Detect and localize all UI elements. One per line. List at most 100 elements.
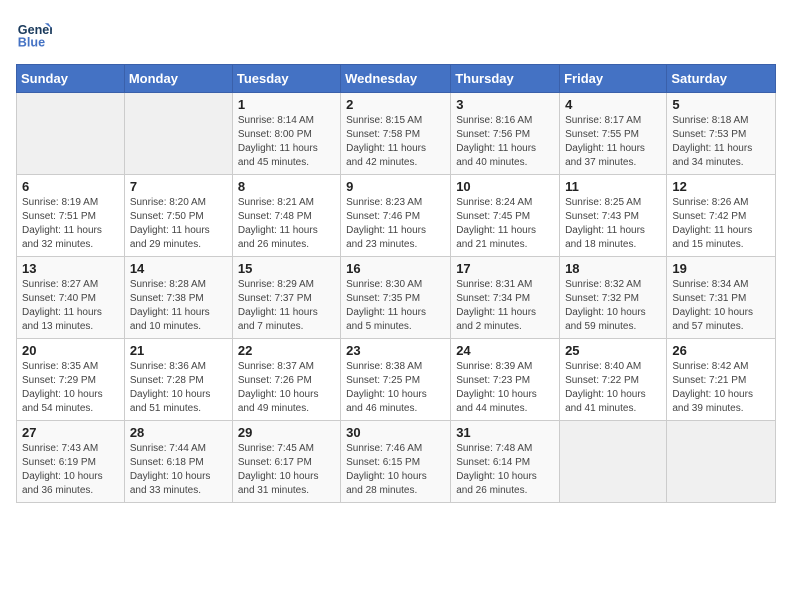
week-row-2: 6Sunrise: 8:19 AM Sunset: 7:51 PM Daylig… (17, 175, 776, 257)
day-info: Sunrise: 8:30 AM Sunset: 7:35 PM Dayligh… (346, 278, 445, 334)
day-info: Sunrise: 8:17 AM Sunset: 7:55 PM Dayligh… (565, 114, 661, 170)
day-number: 10 (456, 179, 554, 194)
calendar-cell: 22 Sunrise: 8:37 AM Sunset: 7:26 PM Dayli… (232, 339, 340, 421)
calendar-cell: 17 Sunrise: 8:31 AM Sunset: 7:34 PM Dayli… (451, 257, 560, 339)
calendar-cell: 2 Sunrise: 8:15 AM Sunset: 7:58 PM Daylig… (341, 93, 451, 175)
day-info: Sunrise: 8:42 AM Sunset: 7:21 PM Dayligh… (672, 360, 770, 416)
svg-text:Blue: Blue (18, 36, 45, 50)
day-number: 8 (238, 179, 335, 194)
calendar-cell: 4Sunrise: 8:17 AM Sunset: 7:55 PM Daylig… (560, 93, 667, 175)
calendar-cell: 14 Sunrise: 8:28 AM Sunset: 7:38 PM Dayli… (124, 257, 232, 339)
calendar-cell: 20 Sunrise: 8:35 AM Sunset: 7:29 PM Dayli… (17, 339, 125, 421)
day-number: 12 (672, 179, 770, 194)
day-info: Sunrise: 8:18 AM Sunset: 7:53 PM Dayligh… (672, 114, 770, 170)
calendar-cell (124, 93, 232, 175)
calendar-cell: 28Sunrise: 7:44 AM Sunset: 6:18 PM Dayli… (124, 421, 232, 503)
calendar-cell: 30 Sunrise: 7:46 AM Sunset: 6:15 PM Dayli… (341, 421, 451, 503)
day-number: 7 (130, 179, 227, 194)
calendar-cell: 25 Sunrise: 8:40 AM Sunset: 7:22 PM Dayli… (560, 339, 667, 421)
weekday-header-tuesday: Tuesday (232, 65, 340, 93)
day-info: Sunrise: 8:19 AM Sunset: 7:51 PM Dayligh… (22, 196, 119, 252)
day-info: Sunrise: 8:15 AM Sunset: 7:58 PM Dayligh… (346, 114, 445, 170)
calendar-cell: 8 Sunrise: 8:21 AM Sunset: 7:48 PM Daylig… (232, 175, 340, 257)
day-number: 27 (22, 425, 119, 440)
calendar-cell: 15Sunrise: 8:29 AM Sunset: 7:37 PM Dayli… (232, 257, 340, 339)
day-number: 28 (130, 425, 227, 440)
calendar-cell: 5 Sunrise: 8:18 AM Sunset: 7:53 PM Daylig… (667, 93, 776, 175)
calendar-cell: 31 Sunrise: 7:48 AM Sunset: 6:14 PM Dayli… (451, 421, 560, 503)
day-number: 23 (346, 343, 445, 358)
weekday-header-friday: Friday (560, 65, 667, 93)
day-info: Sunrise: 8:40 AM Sunset: 7:22 PM Dayligh… (565, 360, 661, 416)
day-number: 2 (346, 97, 445, 112)
weekday-header-thursday: Thursday (451, 65, 560, 93)
day-info: Sunrise: 8:23 AM Sunset: 7:46 PM Dayligh… (346, 196, 445, 252)
logo: General Blue (16, 16, 56, 52)
calendar-cell (560, 421, 667, 503)
day-info: Sunrise: 8:28 AM Sunset: 7:38 PM Dayligh… (130, 278, 227, 334)
day-info: Sunrise: 8:34 AM Sunset: 7:31 PM Dayligh… (672, 278, 770, 334)
day-number: 15 (238, 261, 335, 276)
weekday-header-row: SundayMondayTuesdayWednesdayThursdayFrid… (17, 65, 776, 93)
day-number: 21 (130, 343, 227, 358)
day-info: Sunrise: 8:25 AM Sunset: 7:43 PM Dayligh… (565, 196, 661, 252)
calendar-cell: 19 Sunrise: 8:34 AM Sunset: 7:31 PM Dayli… (667, 257, 776, 339)
day-number: 1 (238, 97, 335, 112)
day-number: 13 (22, 261, 119, 276)
day-info: Sunrise: 8:14 AM Sunset: 8:00 PM Dayligh… (238, 114, 335, 170)
calendar-cell: 21 Sunrise: 8:36 AM Sunset: 7:28 PM Dayli… (124, 339, 232, 421)
calendar-cell: 29 Sunrise: 7:45 AM Sunset: 6:17 PM Dayli… (232, 421, 340, 503)
day-number: 17 (456, 261, 554, 276)
day-number: 5 (672, 97, 770, 112)
day-info: Sunrise: 8:39 AM Sunset: 7:23 PM Dayligh… (456, 360, 554, 416)
day-info: Sunrise: 8:32 AM Sunset: 7:32 PM Dayligh… (565, 278, 661, 334)
day-info: Sunrise: 7:48 AM Sunset: 6:14 PM Dayligh… (456, 442, 554, 498)
calendar-cell (667, 421, 776, 503)
day-number: 19 (672, 261, 770, 276)
day-info: Sunrise: 8:37 AM Sunset: 7:26 PM Dayligh… (238, 360, 335, 416)
day-info: Sunrise: 8:31 AM Sunset: 7:34 PM Dayligh… (456, 278, 554, 334)
day-info: Sunrise: 8:24 AM Sunset: 7:45 PM Dayligh… (456, 196, 554, 252)
calendar-cell: 13 Sunrise: 8:27 AM Sunset: 7:40 PM Dayli… (17, 257, 125, 339)
day-number: 3 (456, 97, 554, 112)
day-info: Sunrise: 7:45 AM Sunset: 6:17 PM Dayligh… (238, 442, 335, 498)
day-number: 25 (565, 343, 661, 358)
calendar-cell: 10 Sunrise: 8:24 AM Sunset: 7:45 PM Dayli… (451, 175, 560, 257)
weekday-header-monday: Monday (124, 65, 232, 93)
calendar-cell: 18 Sunrise: 8:32 AM Sunset: 7:32 PM Dayli… (560, 257, 667, 339)
calendar-cell: 26 Sunrise: 8:42 AM Sunset: 7:21 PM Dayli… (667, 339, 776, 421)
week-row-1: 1 Sunrise: 8:14 AM Sunset: 8:00 PM Daylig… (17, 93, 776, 175)
day-number: 30 (346, 425, 445, 440)
calendar-cell: 9Sunrise: 8:23 AM Sunset: 7:46 PM Daylig… (341, 175, 451, 257)
calendar-cell: 3Sunrise: 8:16 AM Sunset: 7:56 PM Daylig… (451, 93, 560, 175)
calendar-cell: 24 Sunrise: 8:39 AM Sunset: 7:23 PM Dayli… (451, 339, 560, 421)
day-info: Sunrise: 8:26 AM Sunset: 7:42 PM Dayligh… (672, 196, 770, 252)
day-info: Sunrise: 8:20 AM Sunset: 7:50 PM Dayligh… (130, 196, 227, 252)
calendar-cell: 11 Sunrise: 8:25 AM Sunset: 7:43 PM Dayli… (560, 175, 667, 257)
calendar-cell: 12 Sunrise: 8:26 AM Sunset: 7:42 PM Dayli… (667, 175, 776, 257)
day-info: Sunrise: 8:36 AM Sunset: 7:28 PM Dayligh… (130, 360, 227, 416)
calendar-cell: 1 Sunrise: 8:14 AM Sunset: 8:00 PM Daylig… (232, 93, 340, 175)
day-info: Sunrise: 8:27 AM Sunset: 7:40 PM Dayligh… (22, 278, 119, 334)
weekday-header-wednesday: Wednesday (341, 65, 451, 93)
day-number: 11 (565, 179, 661, 194)
day-info: Sunrise: 7:43 AM Sunset: 6:19 PM Dayligh… (22, 442, 119, 498)
calendar-cell: 23Sunrise: 8:38 AM Sunset: 7:25 PM Dayli… (341, 339, 451, 421)
day-info: Sunrise: 8:21 AM Sunset: 7:48 PM Dayligh… (238, 196, 335, 252)
day-number: 29 (238, 425, 335, 440)
day-number: 18 (565, 261, 661, 276)
day-info: Sunrise: 7:46 AM Sunset: 6:15 PM Dayligh… (346, 442, 445, 498)
day-number: 16 (346, 261, 445, 276)
week-row-3: 13 Sunrise: 8:27 AM Sunset: 7:40 PM Dayli… (17, 257, 776, 339)
calendar-cell: 27 Sunrise: 7:43 AM Sunset: 6:19 PM Dayli… (17, 421, 125, 503)
day-number: 31 (456, 425, 554, 440)
day-number: 20 (22, 343, 119, 358)
day-number: 14 (130, 261, 227, 276)
header: General Blue (16, 16, 776, 52)
day-number: 26 (672, 343, 770, 358)
day-info: Sunrise: 8:35 AM Sunset: 7:29 PM Dayligh… (22, 360, 119, 416)
day-number: 24 (456, 343, 554, 358)
weekday-header-sunday: Sunday (17, 65, 125, 93)
calendar-cell (17, 93, 125, 175)
day-number: 22 (238, 343, 335, 358)
